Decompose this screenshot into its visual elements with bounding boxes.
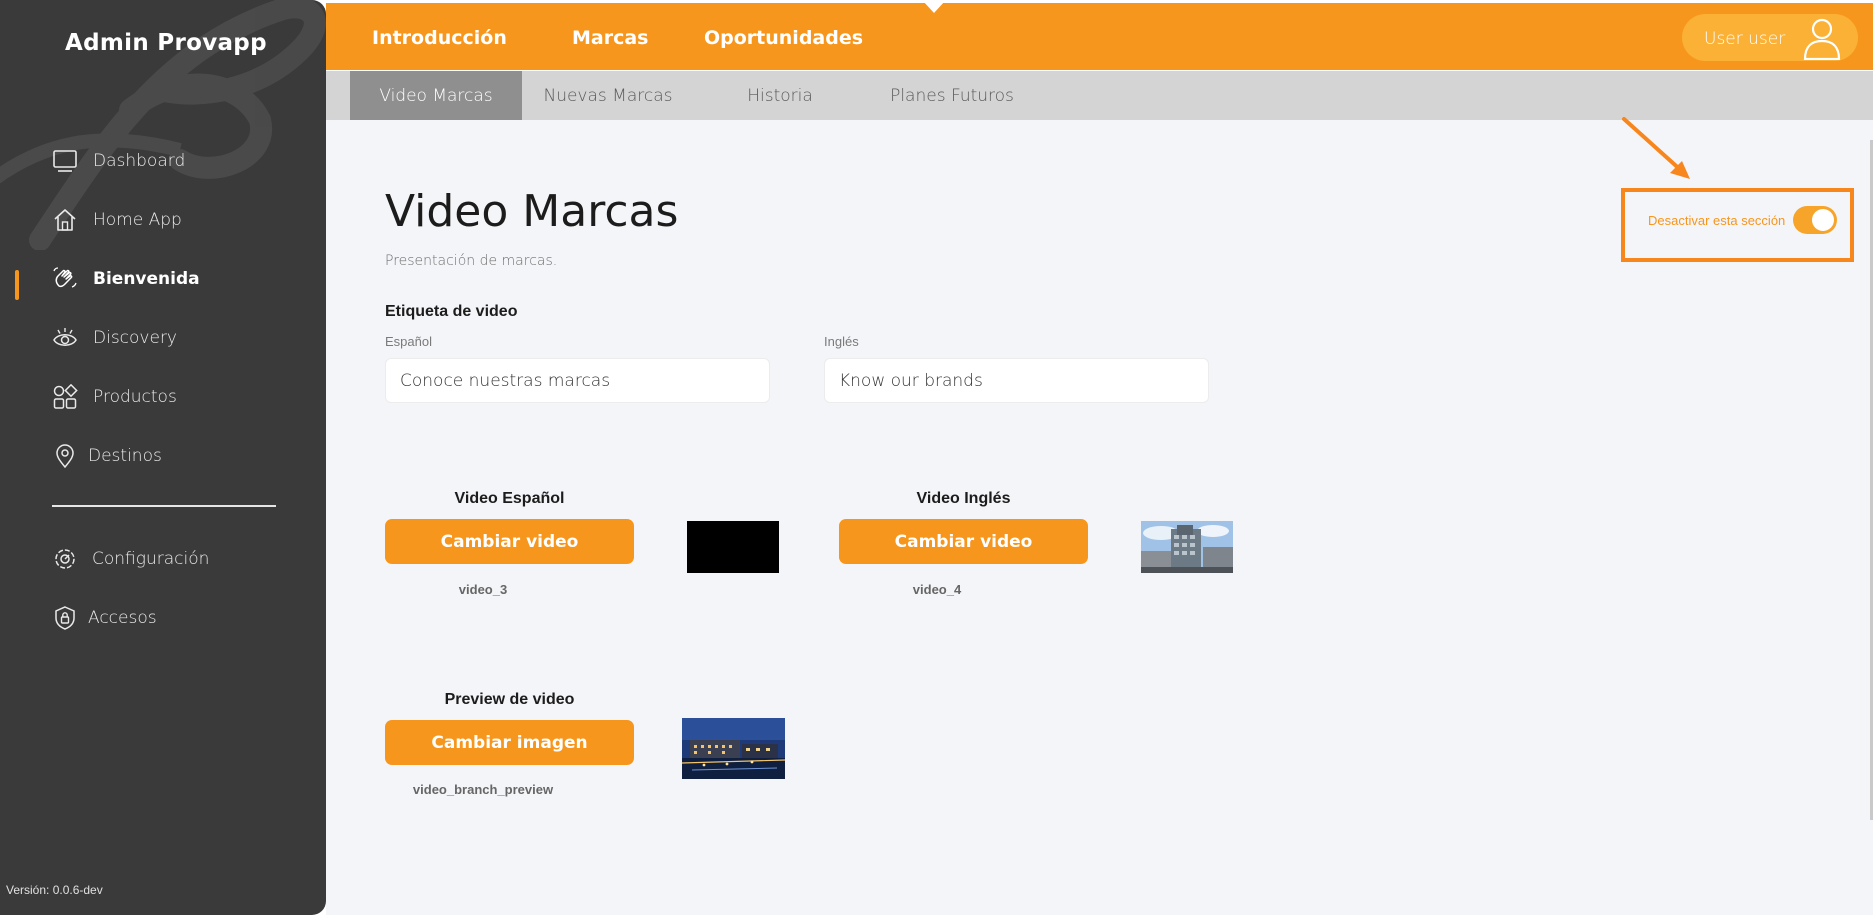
sidebar: Admin Provapp Dashboard Home App Bienven… bbox=[0, 0, 326, 915]
app-root: Admin Provapp Dashboard Home App Bienven… bbox=[0, 0, 1873, 915]
waving-hand-icon bbox=[52, 266, 78, 292]
video-es-heading: Video Español bbox=[454, 490, 565, 507]
hotel-night-image-icon bbox=[682, 718, 785, 779]
sidebar-item-destinos[interactable]: Destinos bbox=[0, 436, 326, 476]
sub-tabs-bar: Video Marcas Nuevas Marcas Historia Plan… bbox=[326, 70, 1873, 121]
section-toggle-highlight: Desactivar esta sección bbox=[1621, 188, 1854, 262]
user-avatar-icon bbox=[1803, 18, 1841, 60]
grid-shapes-icon bbox=[52, 384, 78, 410]
toggle-knob bbox=[1812, 209, 1834, 231]
top-navbar: Introducción Marcas Oportunidades User u… bbox=[326, 0, 1873, 70]
version-text: Versión: 0.0.6-dev bbox=[6, 883, 103, 897]
sidebar-item-productos[interactable]: Productos bbox=[0, 377, 326, 417]
sidebar-item-accesos[interactable]: Accesos bbox=[0, 598, 326, 638]
preview-thumbnail bbox=[682, 718, 785, 779]
es-label-input[interactable] bbox=[385, 358, 770, 403]
sidebar-item-label: Accesos bbox=[88, 608, 157, 628]
user-menu-button[interactable]: User user bbox=[1682, 14, 1858, 61]
active-topnav-caret-icon bbox=[923, 1, 945, 13]
video-label-heading: Etiqueta de video bbox=[385, 303, 518, 320]
sidebar-item-label: Bienvenida bbox=[93, 269, 200, 289]
sidebar-item-label: Productos bbox=[93, 387, 177, 407]
toggle-label: Desactivar esta sección bbox=[1648, 213, 1786, 228]
en-label-input[interactable] bbox=[824, 358, 1209, 403]
sidebar-item-discovery[interactable]: Discovery bbox=[0, 318, 326, 358]
preview-filename: video_branch_preview bbox=[412, 782, 554, 797]
settings-icon bbox=[52, 546, 78, 572]
video-es-thumbnail bbox=[687, 521, 779, 573]
sidebar-item-label: Destinos bbox=[88, 446, 162, 466]
preview-heading: Preview de video bbox=[444, 691, 575, 708]
sidebar-item-bienvenida[interactable]: Bienvenida bbox=[0, 259, 326, 299]
tab-nuevas-marcas[interactable]: Nuevas Marcas bbox=[522, 71, 694, 121]
video-es-filename: video_3 bbox=[458, 582, 508, 597]
annotation-arrow-icon bbox=[1622, 117, 1690, 179]
map-pin-icon bbox=[52, 443, 78, 469]
video-en-filename: video_4 bbox=[912, 582, 962, 597]
sidebar-item-label: Configuración bbox=[92, 549, 210, 569]
sidebar-item-label: Discovery bbox=[93, 328, 177, 348]
sidebar-item-home-app[interactable]: Home App bbox=[0, 200, 326, 240]
en-field-label: Inglés bbox=[824, 334, 859, 349]
eye-icon bbox=[52, 325, 78, 351]
change-video-es-button[interactable]: Cambiar video bbox=[385, 519, 634, 564]
change-image-button[interactable]: Cambiar imagen bbox=[385, 720, 634, 765]
house-icon bbox=[52, 207, 78, 233]
brand-title: Admin Provapp bbox=[65, 30, 267, 56]
page-description: Presentación de marcas. bbox=[385, 253, 558, 269]
tab-historia[interactable]: Historia bbox=[694, 71, 866, 121]
page-title: Video Marcas bbox=[385, 186, 679, 237]
disable-section-toggle[interactable] bbox=[1793, 206, 1837, 234]
es-field-label: Español bbox=[385, 334, 432, 349]
video-en-thumbnail bbox=[1141, 521, 1233, 573]
tab-video-marcas[interactable]: Video Marcas bbox=[350, 71, 522, 121]
building-image-icon bbox=[1141, 521, 1233, 573]
sidebar-item-label: Dashboard bbox=[93, 151, 186, 171]
shield-lock-icon bbox=[52, 605, 78, 631]
topnav-marcas[interactable]: Marcas bbox=[572, 27, 649, 49]
video-en-heading: Video Inglés bbox=[916, 490, 1011, 507]
topnav-oportunidades[interactable]: Oportunidades bbox=[704, 27, 863, 49]
monitor-icon bbox=[52, 148, 78, 174]
sidebar-item-dashboard[interactable]: Dashboard bbox=[0, 141, 326, 181]
sidebar-item-label: Home App bbox=[93, 210, 182, 230]
user-name: User user bbox=[1704, 29, 1786, 49]
tab-planes-futuros[interactable]: Planes Futuros bbox=[866, 71, 1038, 121]
sidebar-divider bbox=[52, 505, 276, 507]
sidebar-item-configuracion[interactable]: Configuración bbox=[0, 539, 326, 579]
topnav-introduccion[interactable]: Introducción bbox=[372, 27, 507, 49]
change-video-en-button[interactable]: Cambiar video bbox=[839, 519, 1088, 564]
